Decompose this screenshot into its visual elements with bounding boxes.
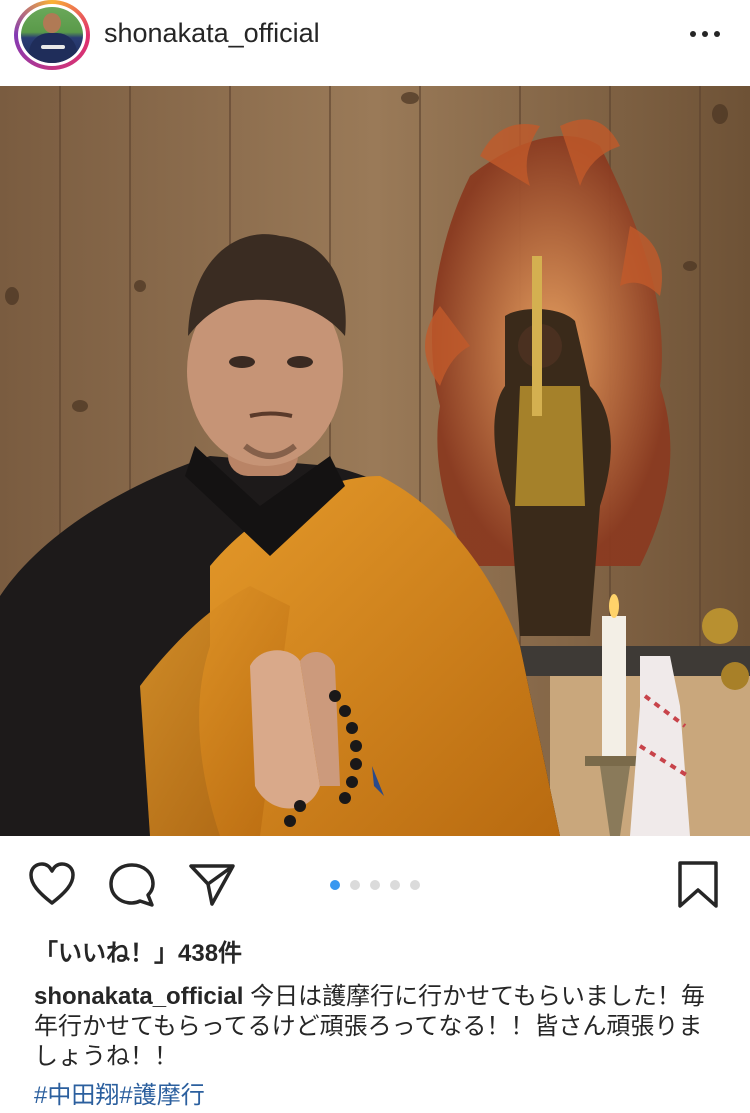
comment-bubble-icon[interactable] <box>108 862 156 913</box>
carousel-dot <box>410 880 420 890</box>
carousel-dot <box>390 880 400 890</box>
post-username[interactable]: shonakata_official <box>104 18 320 49</box>
heart-icon[interactable] <box>28 862 76 911</box>
caption-username[interactable]: shonakata_official <box>34 983 243 1010</box>
action-bar <box>0 836 750 936</box>
hashtag-link[interactable]: #中田翔 <box>34 1082 119 1109</box>
post-image[interactable] <box>0 86 750 836</box>
post-photo-illustration <box>0 86 750 836</box>
hashtags: #中田翔#護摩行 <box>34 1075 205 1110</box>
paper-plane-icon[interactable] <box>188 862 236 913</box>
more-dots-icon[interactable] <box>688 26 724 42</box>
carousel-dot <box>350 880 360 890</box>
post-header: shonakata_official <box>0 0 750 86</box>
hashtag-link[interactable]: #護摩行 <box>119 1082 204 1109</box>
carousel-dot-active <box>330 880 340 890</box>
likes-count[interactable]: 「いいね！」438件 <box>34 933 242 968</box>
caption: shonakata_official 今日は護摩行に行かせてもらいました！毎年行… <box>34 982 722 1072</box>
avatar[interactable] <box>18 4 86 66</box>
bookmark-icon[interactable] <box>676 860 720 915</box>
carousel-dot <box>370 880 380 890</box>
story-ring[interactable] <box>14 0 90 70</box>
